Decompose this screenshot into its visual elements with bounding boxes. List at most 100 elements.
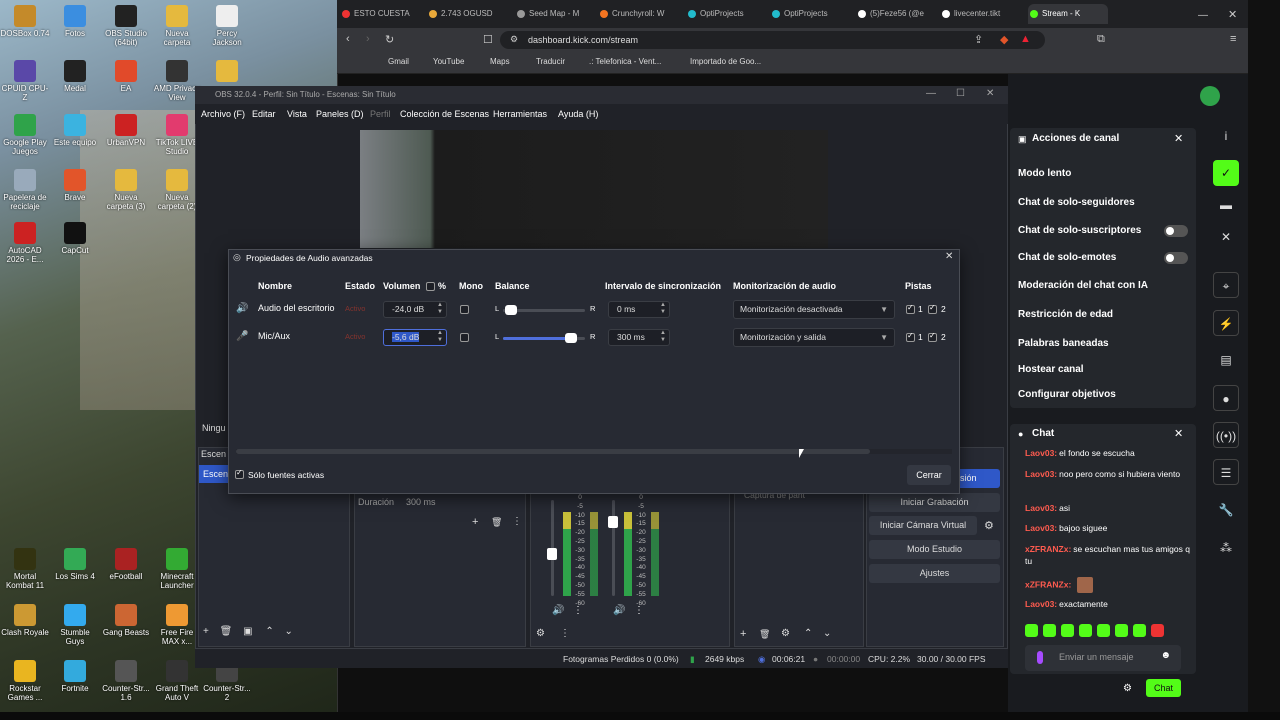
track2-checkbox[interactable] bbox=[928, 331, 937, 342]
close-window-icon[interactable]: ✕ bbox=[1228, 8, 1237, 21]
balance-knob[interactable] bbox=[505, 305, 518, 315]
transition-down-icon[interactable]: ⌄ bbox=[823, 628, 831, 639]
track2-checkbox[interactable] bbox=[928, 303, 937, 314]
add-filter-icon[interactable]: + bbox=[472, 516, 478, 528]
add-transition-icon[interactable]: + bbox=[740, 628, 746, 640]
bookmark-item[interactable]: Gmail bbox=[388, 57, 409, 66]
chat-username[interactable]: xZFRANZx: bbox=[1025, 579, 1071, 589]
obs-menu-item[interactable]: Editar bbox=[252, 109, 276, 119]
channel-action-item[interactable]: Moderación del chat con IA bbox=[1018, 280, 1148, 291]
desktop-icon[interactable]: Google Play Juegos bbox=[0, 114, 50, 156]
back-icon[interactable]: ‹ bbox=[346, 33, 350, 45]
chat-bubble-icon[interactable]: ● bbox=[1213, 385, 1239, 411]
desktop-icon[interactable]: Nueva carpeta (3) bbox=[101, 169, 151, 211]
desktop-icon[interactable]: Medal bbox=[50, 60, 100, 93]
transition-up-icon[interactable]: ⌃ bbox=[804, 628, 812, 639]
channel-action-item[interactable]: Configurar objetivos bbox=[1018, 389, 1116, 400]
start-recording-button[interactable]: Iniciar Grabación bbox=[869, 493, 1000, 512]
check-icon[interactable]: ✓ bbox=[1213, 160, 1239, 186]
brave-shield-icon[interactable]: ◆ bbox=[1000, 33, 1008, 46]
mixer-fader-knob-mic[interactable] bbox=[608, 516, 618, 528]
channel-action-item[interactable]: Chat de solo-suscriptores bbox=[1018, 225, 1141, 236]
bookmark-icon[interactable]: ☐ bbox=[483, 33, 493, 46]
obs-maximize-icon[interactable]: ☐ bbox=[956, 88, 965, 99]
balance-knob[interactable] bbox=[565, 333, 578, 343]
mic-mute-icon[interactable]: 🔊 bbox=[613, 605, 625, 616]
desktop-icon[interactable]: OBS Studio (64bit) bbox=[101, 5, 151, 47]
desktop-icon[interactable]: Mortal Kombat 11 bbox=[0, 548, 50, 590]
volume-input[interactable]: -24,0 dB ▲ ▼ bbox=[383, 301, 447, 318]
obs-menu-item[interactable]: Ayuda (H) bbox=[558, 109, 598, 119]
dialog-close-icon[interactable]: ✕ bbox=[945, 251, 953, 262]
channel-action-item[interactable]: Chat de solo-emotes bbox=[1018, 252, 1116, 263]
desktop-icon[interactable]: Gang Beasts bbox=[101, 604, 151, 637]
track1-checkbox[interactable] bbox=[906, 303, 915, 314]
more-icon[interactable]: ⋮ bbox=[512, 516, 522, 527]
bookmark-item[interactable]: YouTube bbox=[433, 57, 464, 66]
mixer-fader-knob-desktop[interactable] bbox=[547, 548, 557, 560]
monitoring-select[interactable]: Monitorización y salida ▼ bbox=[733, 328, 895, 347]
balance-slider[interactable] bbox=[503, 305, 585, 315]
browser-tab[interactable]: (5)Feze56 (@e bbox=[856, 4, 934, 24]
scene-item[interactable]: Escen bbox=[199, 465, 229, 483]
channel-action-item[interactable]: Hostear canal bbox=[1018, 364, 1084, 375]
remove-filter-icon[interactable]: 🗑 bbox=[491, 517, 502, 528]
remove-transition-icon[interactable]: 🗑 bbox=[759, 629, 770, 640]
avatar[interactable] bbox=[1200, 86, 1220, 106]
address-bar[interactable]: dashboard.kick.com/stream bbox=[500, 31, 1045, 49]
close-chat-icon[interactable]: ✕ bbox=[1174, 427, 1183, 440]
desktop-icon[interactable]: Rockstar Games ... bbox=[0, 660, 50, 702]
trash-icon[interactable]: 🗑 bbox=[220, 626, 233, 637]
target-icon[interactable]: ⌖ bbox=[1213, 272, 1239, 298]
info-icon[interactable]: i bbox=[1213, 123, 1239, 149]
monitoring-select[interactable]: Monitorización desactivada ▼ bbox=[733, 300, 895, 319]
mixer-settings-icon[interactable]: ⚙ bbox=[536, 628, 545, 639]
emoji-icon[interactable]: ☻ bbox=[1160, 650, 1171, 661]
desktop-icon[interactable]: Fortnite bbox=[50, 660, 100, 693]
mixer-menu-icon[interactable]: ⋮ bbox=[560, 628, 570, 639]
desktop-icon[interactable]: AutoCAD 2026 - E... bbox=[0, 222, 50, 264]
down-icon[interactable]: ⌄ bbox=[285, 626, 293, 637]
browser-tab[interactable]: livecenter.tikt bbox=[940, 4, 1022, 24]
desktop-icon[interactable]: Brave bbox=[50, 169, 100, 202]
forward-icon[interactable]: › bbox=[366, 33, 370, 45]
spin-arrows-icon[interactable]: ▲ ▼ bbox=[660, 330, 666, 344]
chat-username[interactable]: Laov03: bbox=[1025, 448, 1057, 458]
desktop-icon[interactable]: UrbanVPN bbox=[101, 114, 151, 147]
mono-checkbox[interactable] bbox=[460, 333, 469, 342]
bookmark-item[interactable]: Maps bbox=[490, 57, 510, 66]
active-only-checkbox[interactable] bbox=[235, 468, 244, 479]
close-actions-icon[interactable]: ✕ bbox=[1174, 132, 1183, 145]
desktop-icon[interactable]: DOSBox 0.74 bbox=[0, 5, 50, 38]
desktop-icon[interactable]: Percy Jackson bbox=[202, 5, 252, 47]
scrollbar-thumb[interactable] bbox=[236, 449, 870, 454]
obs-menu-item[interactable]: Herramientas bbox=[493, 109, 547, 119]
desktop-icon[interactable]: Counter-Str... 1.6 bbox=[101, 660, 151, 702]
browser-tab[interactable]: OptiProjects bbox=[686, 4, 766, 24]
chat-username[interactable]: xZFRANZx: bbox=[1025, 544, 1071, 554]
obs-minimize-icon[interactable]: — bbox=[926, 88, 936, 99]
mixer-fader-mic[interactable] bbox=[612, 500, 615, 596]
desktop-icon[interactable]: CapCut bbox=[50, 222, 100, 255]
bolt-icon[interactable]: ⚡ bbox=[1213, 310, 1239, 336]
close-icon[interactable]: ✕ bbox=[1213, 224, 1239, 250]
desktop-menu-icon[interactable]: ⋮ bbox=[573, 605, 583, 616]
share-icon[interactable]: ⇪ bbox=[974, 33, 983, 46]
obs-menu-item[interactable]: Colección de Escenas bbox=[400, 109, 489, 119]
browser-tab[interactable]: OptiProjects bbox=[770, 4, 850, 24]
wrench-icon[interactable]: 🔧 bbox=[1213, 497, 1239, 523]
bookmark-item[interactable]: Importado de Goo... bbox=[690, 57, 761, 66]
desktop-icon[interactable]: eFootball bbox=[101, 548, 151, 581]
browser-tab[interactable]: Crunchyroll: W bbox=[598, 4, 680, 24]
horizontal-scrollbar[interactable] bbox=[236, 449, 952, 454]
clipboard-icon[interactable]: ▤ bbox=[1213, 347, 1239, 373]
chat-input[interactable]: Enviar un mensaje ☻ bbox=[1025, 645, 1181, 671]
layout-icon[interactable]: ▬ bbox=[1213, 192, 1239, 218]
speaker-icon[interactable]: 🔊 bbox=[552, 605, 564, 616]
close-button[interactable]: Cerrar bbox=[907, 465, 951, 485]
mic-menu-icon[interactable]: ⋮ bbox=[634, 605, 644, 616]
desktop-icon[interactable]: Clash Royale bbox=[0, 604, 50, 637]
settings-button[interactable]: Ajustes bbox=[869, 564, 1000, 583]
brave-rewards-icon[interactable]: ▲ bbox=[1020, 33, 1031, 45]
track1-checkbox[interactable] bbox=[906, 331, 915, 342]
